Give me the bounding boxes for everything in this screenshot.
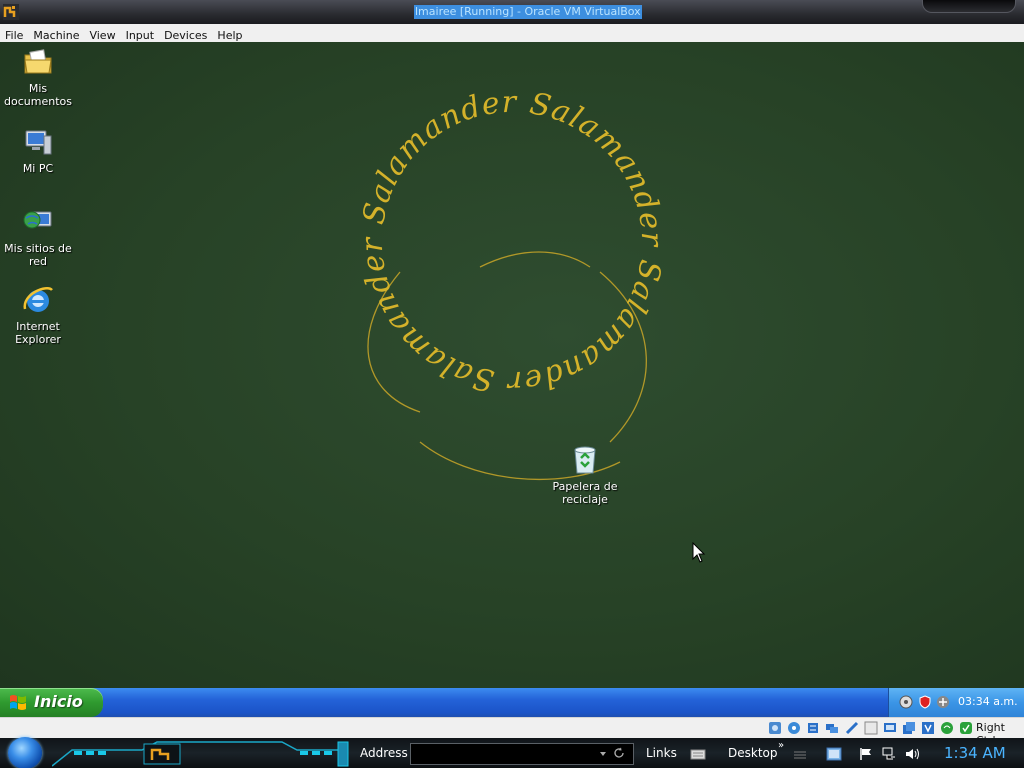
desktop-icon-label: Papelera de reciclaje <box>552 480 618 506</box>
desktop-icon-mis-sitios-de-red[interactable]: Mis sitios de red <box>0 206 77 268</box>
svg-text:Salamander: Salamander <box>356 85 518 227</box>
action-center-flag-icon[interactable] <box>858 746 874 762</box>
toolbar-overflow-icon[interactable]: » <box>778 740 784 751</box>
keyboard-icon[interactable] <box>690 746 706 762</box>
chevron-down-icon[interactable] <box>599 750 607 758</box>
wallpaper-text-2: Salamander <box>527 86 668 248</box>
window-controls-decoration <box>922 0 1016 13</box>
security-shield-icon[interactable] <box>918 695 932 709</box>
usb-status-icon[interactable] <box>845 721 859 735</box>
network-places-icon <box>23 211 52 229</box>
optical-drive-status-icon[interactable] <box>787 721 801 735</box>
recycle-bin-icon <box>574 446 596 474</box>
guest-taskbar[interactable]: Inicio 03:34 a.m. <box>0 688 1024 717</box>
volume-icon[interactable] <box>904 746 920 762</box>
network-tray-icon[interactable] <box>936 695 950 709</box>
wallpaper-text-1: Salamander <box>356 85 517 227</box>
guest-clock[interactable]: 03:34 a.m. <box>958 695 1018 708</box>
desktop-icon-papelera[interactable]: Papelera de reciclaje <box>546 444 624 506</box>
internet-explorer-icon <box>23 287 53 312</box>
wallpaper-text-3: Salamander <box>506 257 667 399</box>
speaker-tray-icon[interactable] <box>899 695 913 709</box>
display-status-icon[interactable] <box>883 721 897 735</box>
refresh-icon[interactable] <box>613 747 625 759</box>
desktop-icon-label: Mis documentos <box>4 82 72 108</box>
svg-text:Salamander: Salamander <box>527 86 669 248</box>
virtualbox-tray-icon[interactable] <box>826 746 842 762</box>
guest-system-tray: 03:34 a.m. <box>888 688 1024 717</box>
host-taskbar-decoration <box>52 741 349 767</box>
desktop-icon-mis-documentos[interactable]: Mis documentos <box>0 46 77 108</box>
mouse-integration-status-icon[interactable] <box>940 721 954 735</box>
scroll-lines-icon <box>794 751 806 759</box>
start-label: Inicio <box>34 692 83 711</box>
folder-documents-icon <box>24 49 52 74</box>
desktop-icon-mi-pc[interactable]: Mi PC <box>0 126 77 175</box>
wallpaper-text-4: Salamander <box>355 236 496 398</box>
host-start-orb[interactable] <box>8 737 42 768</box>
address-input[interactable] <box>410 743 634 765</box>
window-title: lmairee [Running] - Oracle VM VirtualBox <box>414 5 642 19</box>
vbox-status-bar: Right Ctrl <box>0 717 1024 747</box>
windows-logo-icon <box>10 695 26 710</box>
network-host-icon[interactable] <box>881 746 897 762</box>
salamander-wallpaper: Salamander Salamander Salamander Salaman… <box>355 85 669 481</box>
svg-text:Salamander: Salamander <box>355 236 497 398</box>
virtualization-status-icon[interactable] <box>921 721 935 735</box>
virtualbox-logo-icon[interactable] <box>2 3 20 21</box>
start-button[interactable]: Inicio <box>0 688 103 717</box>
host-clock[interactable]: 1:34 AM <box>944 744 1006 762</box>
computer-icon <box>25 130 52 155</box>
menubar: File Machine View Input Devices Help <box>0 24 1024 43</box>
svg-text:Salamander: Salamander <box>506 257 668 399</box>
recording-status-icon[interactable] <box>902 721 916 735</box>
hard-disk-status-icon[interactable] <box>768 721 782 735</box>
window-titlebar[interactable]: lmairee [Running] - Oracle VM VirtualBox <box>0 0 1024 24</box>
keyboard-capture-status-icon[interactable] <box>959 721 973 735</box>
desktop-icon-label: Mis sitios de red <box>4 242 72 268</box>
audio-status-icon[interactable] <box>806 721 820 735</box>
desktop-icon-internet-explorer[interactable]: Internet Explorer <box>0 284 77 346</box>
links-toolbar-label[interactable]: Links <box>646 746 677 760</box>
guest-desktop[interactable]: Salamander Salamander Salamander Salaman… <box>0 42 1024 688</box>
desktop-icon-label: Internet Explorer <box>15 320 61 346</box>
mouse-cursor-icon <box>692 542 706 563</box>
address-toolbar-label: Address <box>360 746 408 760</box>
network-status-icon[interactable] <box>825 721 839 735</box>
shared-folders-status-icon[interactable] <box>864 721 878 735</box>
desktop-toolbar-label[interactable]: Desktop <box>728 746 778 760</box>
desktop-icon-label: Mi PC <box>22 162 54 175</box>
